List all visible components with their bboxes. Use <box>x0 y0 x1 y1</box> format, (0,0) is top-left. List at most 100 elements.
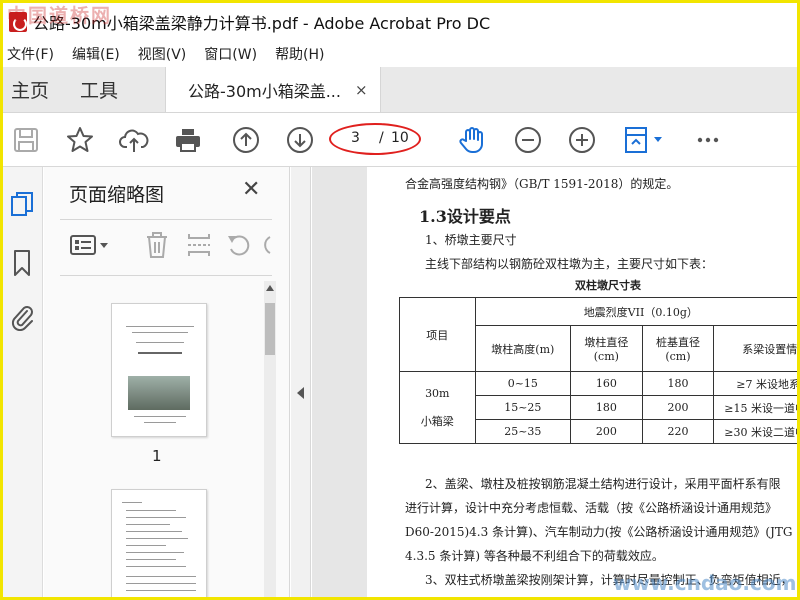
menu-view[interactable]: 视图(V) <box>134 44 191 64</box>
print-button[interactable] <box>171 123 205 157</box>
current-page-input[interactable]: 3 <box>351 130 360 146</box>
rotate-page-button[interactable] <box>224 229 254 261</box>
doc-text-line: 1、桥墩主要尺寸 <box>425 233 517 247</box>
thumb-text-line <box>126 538 188 539</box>
page-number-box[interactable]: 3 / 10 <box>329 123 421 155</box>
menu-edit[interactable]: 编辑(E) <box>68 44 124 64</box>
window-title: 公路-30m小箱梁盖梁静力计算书.pdf - Adobe Acrobat Pro… <box>33 14 491 33</box>
bookmark-icon <box>14 250 30 276</box>
doc-text-line: 2、盖梁、墩柱及桩按钢筋混凝土结构进行设计，采用平面杆系有限 <box>425 477 781 491</box>
panel-close-button[interactable]: ✕ <box>242 177 260 202</box>
upload-cloud-icon <box>119 129 149 152</box>
table-cell: ≥15 米设一道中 <box>713 395 797 420</box>
next-page-icon <box>287 127 313 153</box>
rotate-icon <box>228 235 250 256</box>
thumb-text-line <box>126 566 186 567</box>
rotate-cw-icon <box>264 236 271 254</box>
panel-collapse-handle[interactable] <box>291 167 311 597</box>
tab-tools[interactable]: 工具 <box>68 67 163 112</box>
thumb-text-line <box>134 416 186 417</box>
hand-tool-icon <box>459 127 483 153</box>
tab-home[interactable]: 主页 <box>3 67 68 112</box>
next-page-button[interactable] <box>283 123 317 157</box>
hand-tool-button[interactable] <box>455 123 489 157</box>
thumb-text-line <box>126 552 184 553</box>
table-header-seismic: 地震烈度VII（0.10g） <box>474 297 797 326</box>
table-cell: 160 <box>570 371 643 396</box>
doc-text-line: 合金高强度结构钢》（GB/T 1591-2018）的规定。 <box>405 177 679 191</box>
table-header-pile-diameter: 桩基直径 (cm) <box>641 325 715 372</box>
table-caption: 双柱墩尺寸表 <box>575 279 641 292</box>
menu-file[interactable]: 文件(F) <box>3 44 58 64</box>
zoom-in-button[interactable] <box>565 123 599 157</box>
thumb-text-line <box>126 326 194 327</box>
thumb-bridge-photo <box>128 376 190 410</box>
page-thumbnails-button[interactable] <box>7 189 37 221</box>
header-unit: (cm) <box>665 350 691 363</box>
thumb-text-line <box>126 583 196 584</box>
fit-page-button[interactable] <box>621 123 669 157</box>
panel-more-button[interactable] <box>262 229 272 261</box>
header-text: 桩基直径 <box>655 336 700 349</box>
thumb-text-line <box>126 545 166 546</box>
thumb-text-line <box>126 590 196 591</box>
menu-help[interactable]: 帮助(H) <box>271 44 328 64</box>
section-heading: 1.3设计要点 <box>419 207 511 226</box>
zoom-out-icon <box>515 127 541 153</box>
table-header-height: 墩柱高度(m) <box>474 325 572 372</box>
prev-page-icon <box>233 127 259 153</box>
delete-page-button[interactable] <box>142 229 172 261</box>
menu-window[interactable]: 窗口(W) <box>200 44 261 64</box>
doc-text-line: 主线下部结构以钢筋砼双柱墩为主，主要尺寸如下表： <box>425 257 714 271</box>
bookmark-star-button[interactable] <box>63 123 97 157</box>
document-page: 合金高强度结构钢》（GB/T 1591-2018）的规定。 1.3设计要点 1、… <box>367 167 797 597</box>
thumbnail-options-button[interactable] <box>68 229 114 261</box>
print-icon <box>176 129 200 152</box>
title-bar: 公路-30m小箱梁盖梁静力计算书.pdf - Adobe Acrobat Pro… <box>3 3 797 41</box>
page-separator: / <box>379 130 384 146</box>
insert-page-icon <box>188 234 210 256</box>
more-icon <box>697 137 719 143</box>
thumb-text-line <box>126 517 186 518</box>
pages-icon <box>11 192 33 216</box>
save-button[interactable] <box>9 123 43 157</box>
list-options-icon <box>70 235 108 255</box>
upload-button[interactable] <box>117 123 151 157</box>
table-cell: 25~35 <box>474 419 572 444</box>
table-cell: ≥30 米设二道中 <box>713 419 797 444</box>
previous-page-button[interactable] <box>229 123 263 157</box>
document-view[interactable]: 合金高强度结构钢》（GB/T 1591-2018）的规定。 1.3设计要点 1、… <box>312 167 797 597</box>
table-cell: 15~25 <box>474 395 572 420</box>
table-cell: ≥7 米设地系 <box>713 371 797 396</box>
thumb-text-line <box>122 502 142 503</box>
attachments-button[interactable] <box>7 301 37 333</box>
thumb-text-line <box>126 510 176 511</box>
app-window: 公路-30m小箱梁盖梁静力计算书.pdf - Adobe Acrobat Pro… <box>0 0 800 600</box>
thumb-text-line <box>136 342 184 343</box>
page-thumbnail-2[interactable] <box>111 489 207 597</box>
pier-dimension-table: 项目 地震烈度VII（0.10g） 墩柱高度(m) 墩柱直径 (cm) 桩基直径(… <box>399 297 797 444</box>
zoom-out-button[interactable] <box>511 123 545 157</box>
thumbnail-panel: 页面缩略图 ✕ 1 <box>44 167 290 597</box>
page-thumbnail-1[interactable] <box>111 303 207 437</box>
thumb-title-line <box>138 352 182 354</box>
row-label-text: 30m <box>425 386 450 400</box>
thumb-text-line <box>126 524 170 525</box>
bookmarks-button[interactable] <box>7 247 37 279</box>
row-label-text: 小箱梁 <box>420 414 454 428</box>
more-tools-button[interactable] <box>691 123 725 157</box>
insert-page-button[interactable] <box>184 229 214 261</box>
doc-text-line: D60-2015)4.3 条计算)、汽车制动力(按《公路桥涵设计通用规范》(JT… <box>405 525 797 539</box>
tab-close-button[interactable]: × <box>355 81 368 99</box>
thumb-text-line <box>126 576 196 577</box>
table-header-tie-beam: 系梁设置情 <box>713 325 797 372</box>
doc-text-line: 进行计算，设计中充分考虑恒载、活载（按《公路桥涵设计通用规范》 <box>405 501 778 515</box>
scroll-up-arrow[interactable] <box>266 285 274 291</box>
tab-document[interactable]: 公路-30m小箱梁盖... × <box>165 67 381 112</box>
paperclip-icon <box>11 306 33 331</box>
table-cell: 220 <box>641 419 715 444</box>
table-cell: 200 <box>570 419 643 444</box>
scrollbar-thumb[interactable] <box>265 303 275 355</box>
thumb-text-line <box>132 332 188 333</box>
thumbnail-scrollbar[interactable] <box>264 281 276 597</box>
